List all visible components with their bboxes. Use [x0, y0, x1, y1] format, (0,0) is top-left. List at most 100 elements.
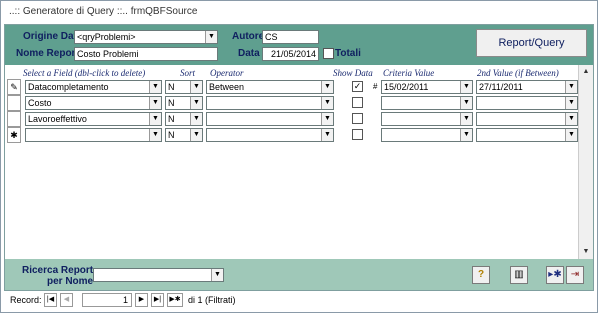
criteria-combo[interactable]: ▼	[381, 112, 473, 126]
show-data-checkbox[interactable]	[352, 97, 363, 108]
totali-checkbox[interactable]	[323, 48, 334, 59]
col-second-header: 2nd Value (if Between)	[477, 68, 559, 78]
operator-combo[interactable]: ▼	[206, 112, 334, 126]
sort-combo[interactable]: N ▼	[165, 96, 203, 110]
show-data-checkbox[interactable]	[352, 113, 363, 124]
field-combo[interactable]: Datacompletamento ▼	[25, 80, 162, 94]
col-field-header: Select a Field (dbl-click to delete)	[23, 68, 146, 78]
chevron-down-icon[interactable]: ▼	[205, 31, 217, 43]
new-record-nav-button[interactable]: ▶✱	[167, 293, 183, 307]
new-record-icon[interactable]: ✱	[7, 127, 21, 143]
chevron-down-icon[interactable]: ▼	[460, 113, 472, 125]
last-record-button[interactable]: ▶|	[151, 293, 164, 307]
data-field[interactable]: 21/05/2014	[262, 47, 319, 61]
help-icon[interactable]: ?	[472, 266, 490, 284]
sort-value: N	[168, 82, 175, 92]
query-generator-window: ..:: Generatore di Query ::.. frmQBFSour…	[0, 0, 598, 313]
criteria-value: 15/02/2011	[384, 82, 429, 92]
data-label: Data	[238, 48, 260, 59]
window-title: ..:: Generatore di Query ::.. frmQBFSour…	[1, 1, 597, 23]
operator-combo[interactable]: Between ▼	[206, 80, 334, 94]
origine-label: Origine Dati	[23, 31, 80, 42]
chevron-down-icon[interactable]: ▼	[190, 81, 202, 93]
second-value-combo[interactable]: ▼	[476, 128, 578, 142]
chevron-down-icon[interactable]: ▼	[190, 129, 202, 141]
exit-icon[interactable]: ⇥	[566, 266, 584, 284]
report-query-button[interactable]: Report/Query	[476, 29, 587, 57]
chevron-down-icon[interactable]: ▼	[321, 113, 333, 125]
col-operator-header: Operator	[210, 68, 244, 78]
second-value-combo[interactable]: 27/11/2011 ▼	[476, 80, 578, 94]
autore-field[interactable]: CS	[262, 30, 319, 44]
criteria-combo[interactable]: ▼	[381, 128, 473, 142]
chevron-down-icon[interactable]: ▼	[149, 97, 161, 109]
sort-combo[interactable]: N ▼	[165, 80, 203, 94]
chevron-down-icon[interactable]: ▼	[149, 81, 161, 93]
scroll-down-icon[interactable]: ▼	[579, 245, 593, 259]
show-data-checkbox[interactable]: ✓	[352, 81, 363, 92]
field-combo[interactable]: ▼	[25, 128, 162, 142]
chevron-down-icon[interactable]: ▼	[149, 113, 161, 125]
field-value: Datacompletamento	[28, 82, 109, 92]
chevron-down-icon[interactable]: ▼	[190, 113, 202, 125]
form-header: Origine Dati <qryProblemi> ▼ Autore CS N…	[5, 25, 593, 65]
field-combo[interactable]: Lavoroeffettivo ▼	[25, 112, 162, 126]
autore-label: Autore	[232, 31, 265, 42]
vertical-scrollbar[interactable]: ▲ ▼	[578, 65, 593, 259]
second-value-combo[interactable]: ▼	[476, 96, 578, 110]
trash-icon[interactable]: ▥	[510, 266, 528, 284]
chevron-down-icon[interactable]: ▼	[460, 81, 472, 93]
second-value: 27/11/2011	[479, 82, 523, 92]
origine-dati-value: <qryProblemi>	[77, 32, 136, 42]
criteria-combo[interactable]: ▼	[381, 96, 473, 110]
chevron-down-icon[interactable]: ▼	[321, 97, 333, 109]
current-record-field[interactable]: 1	[82, 293, 132, 307]
chevron-down-icon[interactable]: ▼	[565, 97, 577, 109]
chevron-down-icon[interactable]: ▼	[460, 129, 472, 141]
form-area: Origine Dati <qryProblemi> ▼ Autore CS N…	[4, 24, 594, 291]
sort-combo[interactable]: N ▼	[165, 112, 203, 126]
chevron-down-icon[interactable]: ▼	[565, 129, 577, 141]
ricerca-report-combo[interactable]: ▼	[93, 268, 224, 282]
record-selector-edit-icon[interactable]: ✎	[7, 79, 21, 95]
first-record-button[interactable]: |◀	[44, 293, 57, 307]
col-criteria-header: Criteria Value	[383, 68, 435, 78]
criteria-combo[interactable]: 15/02/2011 ▼	[381, 80, 473, 94]
scroll-up-icon[interactable]: ▲	[579, 65, 593, 79]
previous-record-button[interactable]: ◀	[60, 293, 73, 307]
record-selector[interactable]	[7, 111, 21, 127]
chevron-down-icon[interactable]: ▼	[565, 113, 577, 125]
col-sort-header: Sort	[180, 68, 196, 78]
chevron-down-icon[interactable]: ▼	[321, 81, 333, 93]
date-hash-marker: #	[373, 82, 378, 91]
chevron-down-icon[interactable]: ▼	[321, 129, 333, 141]
field-value: Costo	[28, 98, 52, 108]
sort-value: N	[168, 114, 175, 124]
new-record-button[interactable]: ▸✱	[546, 266, 564, 284]
field-value: Lavoroeffettivo	[28, 114, 87, 124]
chevron-down-icon[interactable]: ▼	[211, 269, 223, 281]
second-value-combo[interactable]: ▼	[476, 112, 578, 126]
chevron-down-icon[interactable]: ▼	[149, 129, 161, 141]
next-record-button[interactable]: ▶	[135, 293, 148, 307]
form-footer: Ricerca Report per Nome ▼ ? ▥ ▸✱ ⇥	[5, 259, 593, 290]
record-selector[interactable]	[7, 95, 21, 111]
chevron-down-icon[interactable]: ▼	[460, 97, 472, 109]
chevron-down-icon[interactable]: ▼	[565, 81, 577, 93]
totali-label: Totali	[335, 48, 361, 59]
record-total: di 1 (Filtrati)	[188, 295, 236, 305]
criteria-grid: Select a Field (dbl-click to delete) Sor…	[5, 65, 593, 259]
nome-report-field[interactable]: Costo Problemi	[74, 47, 218, 61]
operator-combo[interactable]: ▼	[206, 128, 334, 142]
sort-combo[interactable]: N ▼	[165, 128, 203, 142]
ricerca-label: Ricerca Report	[22, 265, 94, 276]
origine-dati-combo[interactable]: <qryProblemi> ▼	[74, 30, 218, 44]
sort-value: N	[168, 130, 175, 140]
show-data-checkbox[interactable]	[352, 129, 363, 140]
chevron-down-icon[interactable]: ▼	[190, 97, 202, 109]
ricerca-label-2: per Nome	[47, 276, 94, 287]
field-combo[interactable]: Costo ▼	[25, 96, 162, 110]
operator-combo[interactable]: ▼	[206, 96, 334, 110]
record-label: Record:	[10, 295, 42, 305]
operator-value: Between	[209, 82, 245, 92]
